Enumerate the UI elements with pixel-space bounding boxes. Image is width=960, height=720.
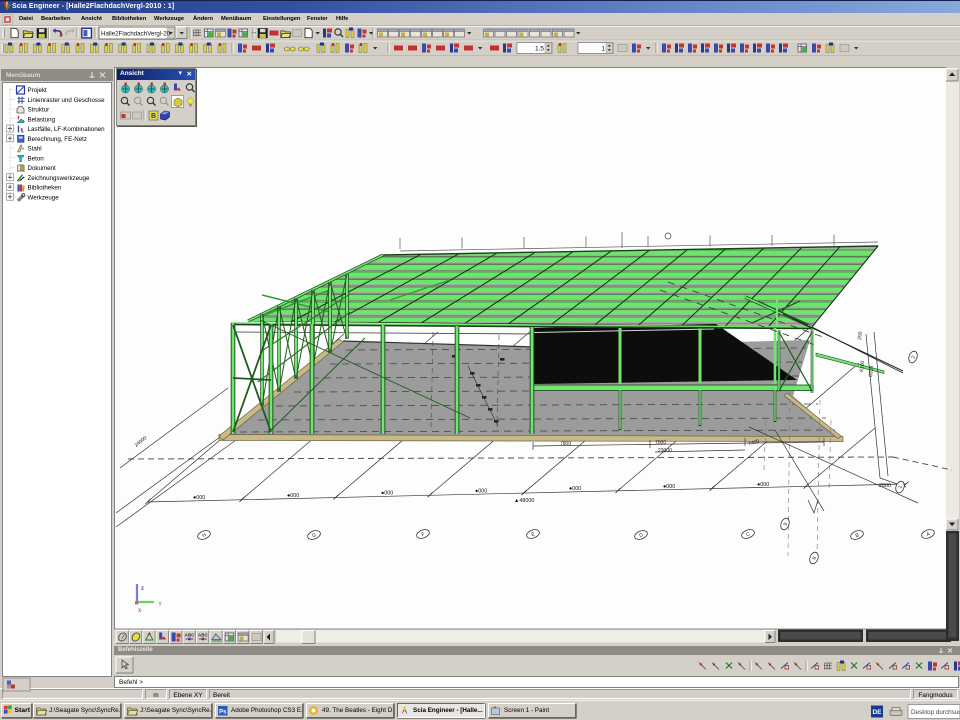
svg-text:Zeichnungswerkzeuge: Zeichnungswerkzeuge xyxy=(28,175,90,182)
svg-text:Berechnung, FE-Netz: Berechnung, FE-Netz xyxy=(28,136,88,143)
svg-text:Projekt: Projekt xyxy=(28,87,48,94)
svg-text:Dokument: Dokument xyxy=(28,165,56,172)
svg-text:Werkzeuge: Werkzeuge xyxy=(28,194,60,201)
svg-text:Bibliotheken: Bibliotheken xyxy=(28,185,62,192)
svg-text:Beton: Beton xyxy=(28,155,45,162)
svg-text:Stahl: Stahl xyxy=(28,146,42,153)
svg-text:Lastfälle, LF-Kombinationen: Lastfälle, LF-Kombinationen xyxy=(28,126,106,133)
svg-text:Struktur: Struktur xyxy=(28,107,50,114)
svg-text:Linienraster und Geschosse: Linienraster und Geschosse xyxy=(28,97,106,104)
svg-text:Belastung: Belastung xyxy=(28,116,56,123)
